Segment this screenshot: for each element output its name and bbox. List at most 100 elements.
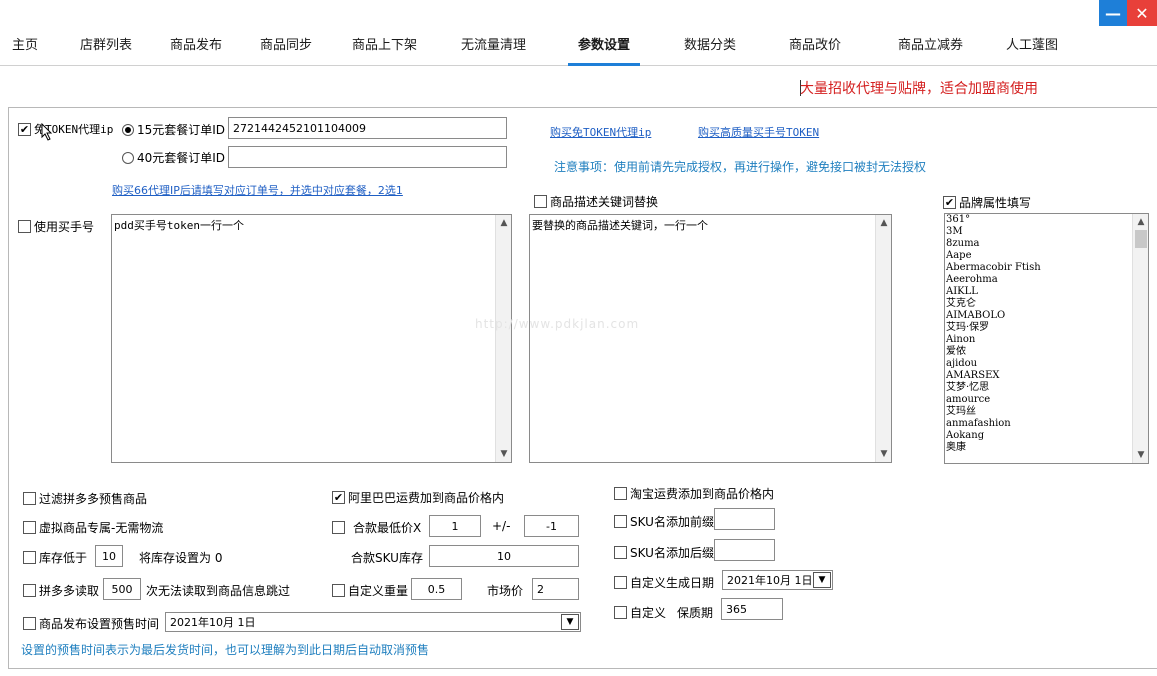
scrollbar[interactable]: ▲ ▼ — [495, 215, 511, 462]
min-price-checkbox[interactable]: 合款最低价X — [332, 519, 421, 536]
scroll-up-icon[interactable]: ▲ — [876, 215, 891, 231]
brand-list-item[interactable]: 艾梦·忆思 — [946, 382, 1041, 394]
scrollbar[interactable]: ▲ ▼ — [1132, 214, 1148, 463]
brand-list-item[interactable]: Aape — [946, 250, 1041, 262]
sku-prefix-input[interactable] — [714, 508, 775, 530]
custom-checkbox[interactable]: 自定义 — [614, 604, 666, 621]
chevron-down-icon[interactable]: ▼ — [561, 614, 579, 630]
brand-list-item[interactable]: Ainon — [946, 334, 1041, 346]
mouse-cursor-icon — [41, 123, 53, 141]
active-tab-indicator — [568, 63, 640, 66]
custom-label: 自定义 — [630, 606, 667, 620]
buy-token-link[interactable]: 购买高质量买手号TOKEN — [698, 124, 819, 140]
tab-manual[interactable]: 人工蓬图 — [1006, 34, 1058, 53]
radio-15-label: 15元套餐订单ID — [137, 123, 226, 137]
radio-selected-icon — [122, 123, 134, 136]
tab-bar: 主页 店群列表 商品发布 商品同步 商品上下架 无流量清理 参数设置 数据分类 … — [0, 24, 1157, 66]
scroll-thumb[interactable] — [1135, 230, 1147, 248]
taobao-freight-checkbox[interactable]: 淘宝运费添加到商品价格内 — [614, 485, 774, 502]
chevron-down-icon[interactable]: ▼ — [813, 572, 831, 588]
filter-presale-label: 过滤拼多多预售商品 — [39, 492, 148, 506]
scroll-up-icon[interactable]: ▲ — [496, 215, 511, 231]
tab-shelf[interactable]: 商品上下架 — [352, 34, 417, 53]
checkbox-icon — [614, 576, 627, 589]
shelf-life-label: 保质期 — [677, 606, 714, 620]
footer-note: 设置的预售时间表示为最后发货时间，也可以理解为到此日期后自动取消预售 — [21, 643, 430, 657]
brand-list-item[interactable]: AIMABOLO — [946, 310, 1041, 322]
scrollbar[interactable]: ▲ ▼ — [875, 215, 891, 462]
sku-prefix-label: SKU名添加前缀 — [630, 515, 714, 529]
keyword-replace-checkbox[interactable]: 商品描述关键词替换 — [534, 193, 658, 210]
keyword-textarea[interactable]: 要替换的商品描述关键词，一行一个 ▲ ▼ — [529, 214, 892, 463]
free-token-checkbox[interactable]: ✔ 免TOKEN代理ip — [18, 121, 113, 137]
brand-list-item[interactable]: AIKLL — [946, 286, 1041, 298]
brand-list-item[interactable]: 奥康 — [946, 442, 1041, 454]
presale-time-checkbox[interactable]: 商品发布设置预售时间 — [23, 615, 159, 632]
tab-settings[interactable]: 参数设置 — [578, 34, 630, 53]
tab-sync[interactable]: 商品同步 — [260, 34, 312, 53]
checkbox-icon — [18, 220, 31, 233]
custom-date-picker[interactable]: 2021年10月 1日 ▼ — [722, 570, 833, 590]
plusminus-input[interactable]: -1 — [524, 515, 579, 537]
brand-list-item[interactable]: ajidou — [946, 358, 1041, 370]
stock-low-input[interactable]: 10 — [95, 545, 123, 567]
sku-suffix-checkbox[interactable]: SKU名添加后缀 — [614, 544, 714, 561]
notice-text: 注意事项：使用前请先完成授权，再进行操作，避免接口被封无法授权 — [554, 160, 927, 174]
buyer-token-textarea[interactable]: pdd买手号token一行一个 ▲ ▼ — [111, 214, 512, 463]
minimize-button[interactable]: — — [1099, 0, 1127, 26]
filter-presale-checkbox[interactable]: 过滤拼多多预售商品 — [23, 490, 147, 507]
buy66-link[interactable]: 购买66代理IP后请填写对应订单号，并选中对应套餐，2选1 — [112, 182, 403, 198]
weight-checkbox[interactable]: 自定义重量 — [332, 582, 408, 599]
scroll-down-icon[interactable]: ▼ — [876, 446, 891, 462]
tab-price[interactable]: 商品改价 — [789, 34, 841, 53]
tab-store-list[interactable]: 店群列表 — [80, 34, 132, 53]
radio-40[interactable]: 40元套餐订单ID — [122, 149, 225, 166]
ali-freight-checkbox[interactable]: ✔ 阿里巴巴运费加到商品价格内 — [332, 489, 504, 506]
use-buyer-checkbox[interactable]: 使用买手号 — [18, 218, 94, 235]
weight-input[interactable]: 0.5 — [411, 578, 462, 600]
buy-proxy-link[interactable]: 购买免TOKEN代理ip — [550, 124, 651, 140]
virtual-goods-checkbox[interactable]: 虚拟商品专属-无需物流 — [23, 519, 163, 536]
presale-date-picker[interactable]: 2021年10月 1日 ▼ — [165, 612, 581, 632]
sku-suffix-input[interactable] — [714, 539, 775, 561]
brand-list-item[interactable]: 艾玛丝 — [946, 406, 1041, 418]
tab-home[interactable]: 主页 — [12, 34, 38, 53]
pdd-read-input[interactable]: 500 — [103, 578, 141, 600]
brand-list-item[interactable]: 361° — [946, 214, 1041, 226]
market-price-input[interactable]: 2 — [532, 578, 579, 600]
brand-list[interactable]: 361° 3M 8zuma Aape Abermacobir Ftish Aeerohma… — [944, 213, 1149, 464]
brand-list-item[interactable]: anmafashion — [946, 418, 1041, 430]
brand-attr-checkbox[interactable]: ✔ 品牌属性填写 — [943, 194, 1031, 211]
brand-items: 361° 3M 8zuma Aape Abermacobir Ftish Aeerohma… — [946, 214, 1041, 454]
scroll-down-icon[interactable]: ▼ — [1133, 447, 1148, 463]
brand-list-item[interactable]: Aeerohma — [946, 274, 1041, 286]
custom-date-checkbox[interactable]: 自定义生成日期 — [614, 574, 714, 591]
min-price-input[interactable]: 1 — [429, 515, 481, 537]
close-button[interactable]: ✕ — [1127, 0, 1157, 26]
brand-list-item[interactable]: Aokang — [946, 430, 1041, 442]
tab-coupon[interactable]: 商品立减券 — [898, 34, 963, 53]
scroll-down-icon[interactable]: ▼ — [496, 446, 511, 462]
stock-low-checkbox[interactable]: 库存低于 — [23, 549, 87, 566]
sku-prefix-checkbox[interactable]: SKU名添加前缀 — [614, 513, 714, 530]
brand-list-item[interactable]: 艾玛·保罗 — [946, 322, 1041, 334]
brand-list-item[interactable]: amource — [946, 394, 1041, 406]
scroll-up-icon[interactable]: ▲ — [1133, 214, 1148, 230]
sku-stock-input[interactable]: 10 — [429, 545, 579, 567]
radio-unselected-icon — [122, 151, 134, 164]
brand-list-item[interactable]: AMARSEX — [946, 370, 1041, 382]
brand-list-item[interactable]: 爱侬 — [946, 346, 1041, 358]
shelf-life-input[interactable]: 365 — [721, 598, 783, 620]
brand-list-item[interactable]: Abermacobir Ftish — [946, 262, 1041, 274]
tab-publish[interactable]: 商品发布 — [170, 34, 222, 53]
brand-list-item[interactable]: 3M — [946, 226, 1041, 238]
pdd-read-checkbox[interactable]: 拼多多读取 — [23, 582, 99, 599]
brand-list-item[interactable]: 艾克仑 — [946, 298, 1041, 310]
brand-list-item[interactable]: 8zuma — [946, 238, 1041, 250]
order-id-40-input[interactable] — [228, 146, 507, 168]
radio-15[interactable]: 15元套餐订单ID — [122, 121, 225, 138]
tab-category[interactable]: 数据分类 — [684, 34, 736, 53]
order-id-15-input[interactable]: 2721442452101104009 — [228, 117, 507, 139]
tab-cleanup[interactable]: 无流量清理 — [461, 34, 526, 53]
virtual-goods-label: 虚拟商品专属-无需物流 — [39, 521, 164, 535]
